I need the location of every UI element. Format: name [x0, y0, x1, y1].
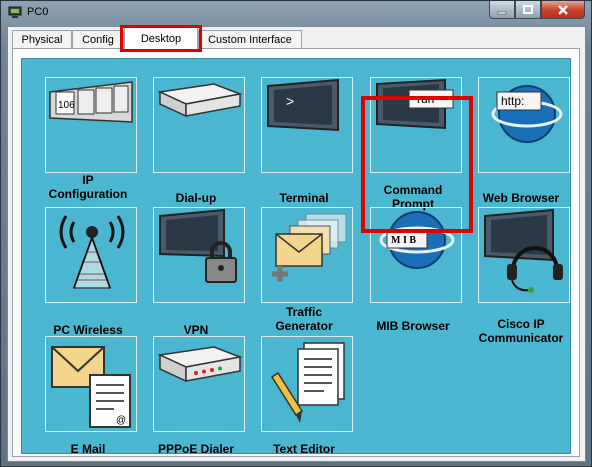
- minimize-button[interactable]: [489, 1, 515, 19]
- traffic-generator-icon: [272, 213, 347, 282]
- mib-screen-text: M I B: [391, 235, 416, 246]
- title-bar[interactable]: PC0: [1, 1, 591, 25]
- app-traffic-generator[interactable]: [261, 207, 353, 303]
- command-prompt-highlight: [361, 96, 473, 233]
- app-label-cisco-ip-communicator: Cisco IP Communicator: [478, 317, 564, 345]
- web-browser-screen-text: http:: [501, 94, 524, 108]
- app-label-terminal: Terminal: [279, 191, 329, 205]
- app-label-pppoe-dialer: PPPoE Dialer: [157, 442, 235, 456]
- app-label-mib-browser: MIB Browser: [376, 319, 450, 333]
- app-dialup[interactable]: [153, 77, 245, 173]
- app-terminal[interactable]: >: [261, 77, 353, 173]
- pc0-window: PC0 Physical Config Desktop Custom Inter…: [0, 0, 592, 467]
- app-label-pc-wireless: PC Wireless: [53, 323, 123, 337]
- window-title: PC0: [27, 6, 49, 18]
- text-editor-icon: [270, 342, 345, 423]
- packet-tracer-pc-icon: [8, 6, 22, 18]
- svg-text:@: @: [116, 415, 126, 426]
- email-icon: @: [51, 346, 131, 428]
- app-text-editor[interactable]: [261, 336, 353, 432]
- app-ip-configuration[interactable]: 106: [45, 77, 137, 173]
- app-web-browser[interactable]: http:: [478, 77, 570, 173]
- wireless-antenna-icon: [59, 215, 125, 289]
- app-email[interactable]: @: [45, 336, 137, 432]
- app-label-email: E Mail: [70, 442, 106, 456]
- app-cisco-ip-communicator[interactable]: [478, 207, 570, 303]
- app-pppoe-dialer[interactable]: [153, 336, 245, 432]
- web-browser-icon: http:: [491, 85, 563, 143]
- app-label-dialup: Dial-up: [175, 191, 217, 205]
- app-label-web-browser: Web Browser: [482, 191, 560, 205]
- close-button[interactable]: [541, 1, 585, 19]
- terminal-icon: >: [267, 78, 339, 132]
- window-client: Physical Config Desktop Custom Interface…: [7, 25, 586, 462]
- app-pc-wireless[interactable]: [45, 207, 137, 303]
- ip-screen-text: 106: [58, 100, 75, 111]
- vpn-lock-icon: [159, 208, 237, 283]
- app-label-traffic-generator: Traffic Generator: [275, 305, 333, 333]
- app-vpn[interactable]: [153, 207, 245, 303]
- pppoe-dialer-icon: [157, 346, 243, 383]
- app-label-ip-configuration: IP Configuration: [48, 173, 128, 201]
- tab-physical[interactable]: Physical: [12, 30, 72, 48]
- ip-configuration-icon: 106: [49, 81, 133, 123]
- desktop-panel: 106 IP Configuration Dial-up > Terminal …: [12, 48, 580, 457]
- tab-custom-interface[interactable]: Custom Interface: [198, 30, 302, 48]
- app-label-vpn: VPN: [183, 323, 209, 337]
- app-label-text-editor: Text Editor: [273, 442, 335, 456]
- dialup-modem-icon: [157, 83, 243, 118]
- close-icon: [558, 4, 568, 15]
- desktop-tab-highlight: [120, 25, 202, 52]
- terminal-screen-text: >: [286, 93, 294, 109]
- desktop-area: 106 IP Configuration Dial-up > Terminal …: [21, 58, 571, 456]
- maximize-button[interactable]: [515, 1, 541, 19]
- minimize-icon: [497, 11, 507, 14]
- tab-config[interactable]: Config: [72, 30, 124, 48]
- ip-communicator-headset-icon: [484, 208, 563, 293]
- maximize-icon: [523, 4, 533, 14]
